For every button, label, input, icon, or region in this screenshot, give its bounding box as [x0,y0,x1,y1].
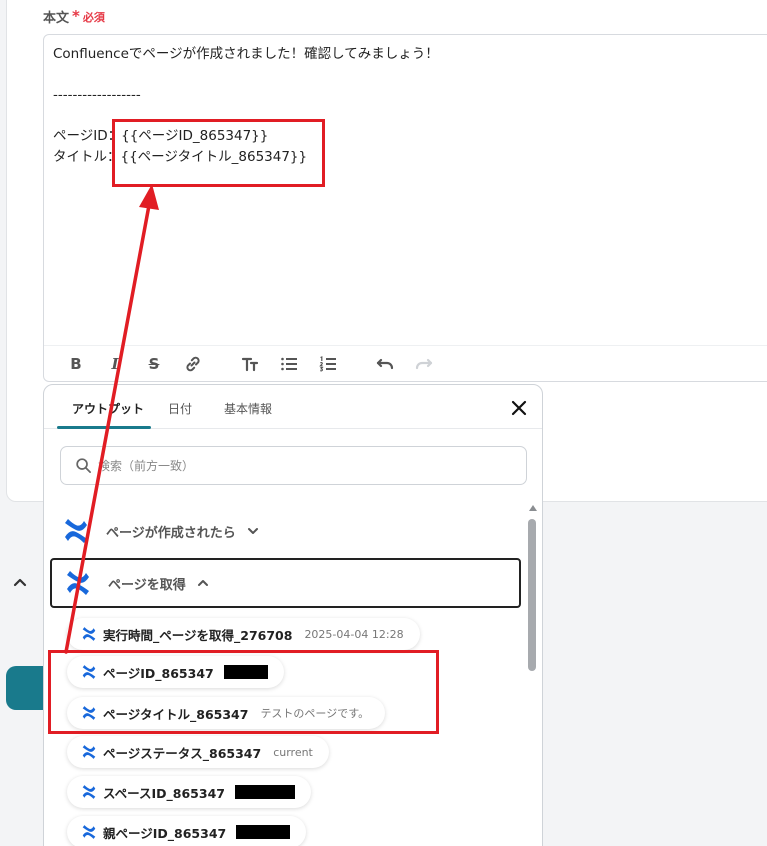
group-get-page[interactable]: ページを取得 [50,558,521,608]
chevron-down-icon [247,528,258,534]
search-box[interactable] [60,446,527,485]
close-icon[interactable] [508,397,530,419]
output-item-label: スペースID_865347 [103,785,225,801]
group-label: ページを取得 [108,577,186,593]
confluence-icon [67,571,89,595]
redacted-value [236,825,291,839]
output-item-label: 親ページID_865347 [103,825,227,841]
tab-output[interactable]: アウトプット [72,400,144,417]
redo-button[interactable] [410,350,438,378]
body-editor[interactable]: Confluenceでページが作成されました！確認してみましょう！ ------… [43,34,767,382]
output-item-label: 実行時間_ページを取得_276708 [103,627,293,643]
chevron-up-icon [197,580,208,586]
confluence-icon [82,745,96,759]
scroll-up-arrow[interactable] [529,505,537,511]
output-item-value: current [273,745,313,759]
bullet-list-icon [281,357,297,370]
confluence-icon [82,627,96,641]
bullet-list-button[interactable] [275,350,303,378]
confluence-icon [82,785,96,799]
strikethrough-button[interactable]: S [140,350,168,378]
undo-icon [376,358,394,369]
italic-button[interactable]: I [101,350,129,378]
required-text: 必須 [82,10,105,24]
numbered-list-icon [319,355,336,371]
scrollbar-thumb[interactable] [528,519,536,671]
output-item-value: 2025-04-04 12:28 [304,627,404,641]
tab-date[interactable]: 日付 [168,400,192,417]
confluence-icon [65,519,87,543]
group-label: ページが作成されたら [106,525,236,541]
editor-toolbar: B I S [44,345,767,381]
link-button[interactable] [179,350,207,378]
page: 本文 * 必須 Confluenceでページが作成されました！確認してみましょう… [0,0,767,846]
bold-button[interactable]: B [62,350,90,378]
output-picker-panel: アウトプット 日付 基本情報 ページが作成されたら ページを取得 [43,384,543,846]
panel-tabs: アウトプット 日付 基本情報 [44,385,542,429]
chevron-up-icon[interactable] [11,573,29,591]
required-asterisk: * [72,7,80,25]
annotation-box-editor-vars [112,119,325,187]
numbered-list-button[interactable] [314,350,342,378]
tab-basic-info[interactable]: 基本情報 [224,400,272,417]
save-button[interactable] [6,666,46,710]
search-icon [76,458,91,473]
undo-button[interactable] [371,350,399,378]
active-tab-indicator [57,426,151,429]
redacted-value [234,785,295,799]
output-item-parent-page-id[interactable]: 親ページID_865347 [67,816,307,846]
confluence-icon [82,825,96,839]
bold-icon: B [70,354,82,373]
output-item-space-id[interactable]: スペースID_865347 [67,776,311,808]
output-item-execution-time[interactable]: 実行時間_ページを取得_276708 2025-04-04 12:28 [67,618,420,650]
output-item-label: ページステータス_865347 [103,745,262,761]
body-field-label: 本文 * 必須 [43,7,105,27]
group-page-created[interactable]: ページが作成されたら [50,506,521,556]
scrollbar[interactable] [526,503,538,846]
italic-icon: I [111,354,119,373]
strikethrough-icon: S [148,354,160,373]
heading-button[interactable] [236,350,264,378]
link-icon [186,356,200,371]
body-label-text: 本文 [43,11,70,26]
redo-icon [415,358,433,369]
heading-icon [241,357,259,371]
annotation-box-output-items [48,650,439,734]
output-item-page-status[interactable]: ページステータス_865347 current [67,736,329,768]
search-input[interactable] [98,458,498,473]
